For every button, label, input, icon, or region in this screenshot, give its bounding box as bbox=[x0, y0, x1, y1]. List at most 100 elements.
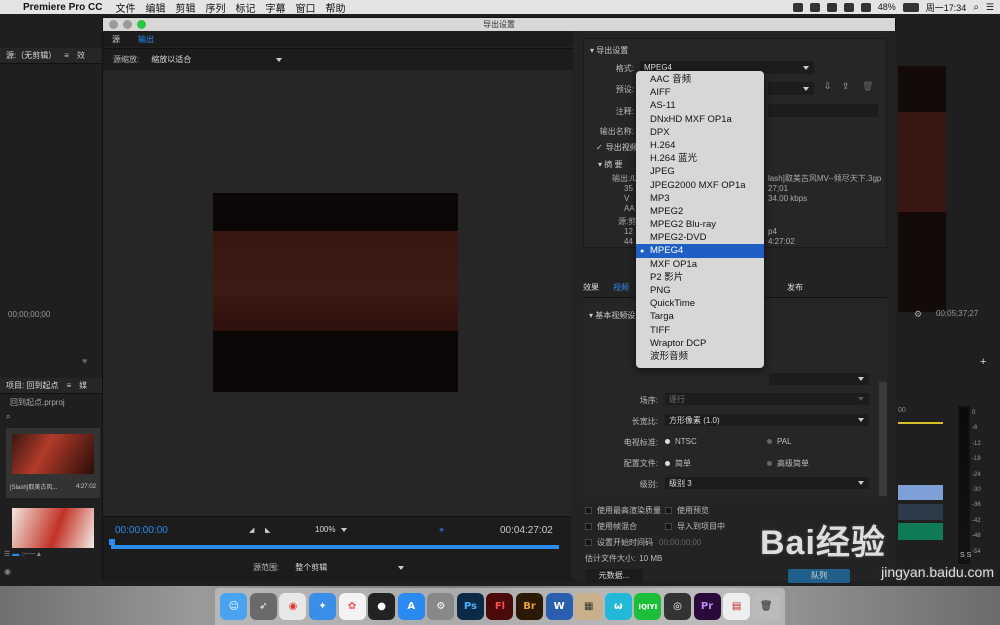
source-tab[interactable]: 源:（无剪辑） bbox=[6, 50, 56, 61]
preview-icon[interactable]: ▤ bbox=[723, 593, 750, 620]
frame-blend-checkbox[interactable]: 使用帧混合 bbox=[585, 521, 637, 532]
media-browser-icon[interactable]: ◉ bbox=[4, 567, 11, 576]
project-tab[interactable]: 项目: 回到起点 bbox=[6, 380, 58, 391]
format-option-mpeg2-bluray[interactable]: MPEG2 Blu-ray bbox=[636, 218, 764, 231]
wechat-icon[interactable] bbox=[827, 3, 837, 12]
tab-source[interactable]: 源 bbox=[103, 34, 129, 45]
format-option-jpeg2000[interactable]: JPEG2000 MXF OP1a bbox=[636, 179, 764, 192]
menu-help[interactable]: 帮助 bbox=[325, 0, 345, 15]
field-order-dropdown[interactable]: 逐行 bbox=[665, 393, 869, 405]
tab-effects[interactable]: 效果 bbox=[583, 282, 599, 293]
trash-icon[interactable]: 🗑 bbox=[753, 593, 780, 620]
format-option-mpeg2[interactable]: MPEG2 bbox=[636, 205, 764, 218]
premiere-icon[interactable]: Pr bbox=[694, 593, 721, 620]
icon-view-icon[interactable]: ▬ bbox=[12, 551, 19, 558]
format-option-as11[interactable]: AS-11 bbox=[636, 99, 764, 112]
frame-rate-dropdown[interactable] bbox=[769, 373, 869, 385]
wifi-icon[interactable] bbox=[861, 3, 871, 12]
menu-sequence[interactable]: 序列 bbox=[205, 0, 225, 15]
marker-icon[interactable]: ♥ bbox=[82, 356, 87, 366]
format-option-h264-bluray[interactable]: H.264 蓝光 bbox=[636, 152, 764, 165]
quicktime-icon[interactable]: ◎ bbox=[664, 593, 691, 620]
system-prefs-icon[interactable]: ⚙ bbox=[427, 593, 454, 620]
zoom-slider[interactable]: ○──▲ bbox=[21, 551, 42, 558]
format-option-quicktime[interactable]: QuickTime bbox=[636, 297, 764, 310]
format-option-waveform[interactable]: 波形音频 bbox=[636, 350, 764, 363]
format-option-dpx[interactable]: DPX bbox=[636, 126, 764, 139]
settings-status-icon[interactable] bbox=[844, 3, 854, 12]
launchpad-icon[interactable]: ➶ bbox=[250, 593, 277, 620]
iqiyi-icon[interactable]: iQIYI bbox=[634, 593, 661, 620]
send-icon[interactable] bbox=[810, 3, 820, 12]
format-option-jpeg[interactable]: JPEG bbox=[636, 165, 764, 178]
bridge-icon[interactable]: Br bbox=[516, 593, 543, 620]
radio-ntsc[interactable]: NTSC bbox=[665, 437, 697, 446]
timeline-clip-video[interactable] bbox=[898, 485, 943, 500]
format-option-mxf[interactable]: MXF OP1a bbox=[636, 258, 764, 271]
menu-clip[interactable]: 剪辑 bbox=[175, 0, 195, 15]
preset-dropdown[interactable] bbox=[768, 82, 814, 95]
clip-thumbnail[interactable]: [Slash]取美古风... 4:27:02 bbox=[6, 428, 100, 498]
basic-video-header[interactable]: ▾ 基本视频设 bbox=[589, 310, 635, 321]
import-preset-icon[interactable]: ⇪ bbox=[842, 81, 850, 92]
flash-icon[interactable]: Fl bbox=[486, 593, 513, 620]
menu-edit[interactable]: 编辑 bbox=[145, 0, 165, 15]
format-option-wraptor[interactable]: Wraptor DCP bbox=[636, 337, 764, 350]
set-in-icon[interactable]: ◢ bbox=[249, 526, 254, 534]
battery-icon[interactable] bbox=[903, 3, 919, 12]
current-timecode[interactable]: 00:00:00:00 bbox=[115, 525, 168, 536]
close-button[interactable] bbox=[109, 20, 118, 29]
list-view-icon[interactable]: ☰ bbox=[4, 551, 10, 558]
list-icon[interactable]: ☰ bbox=[986, 2, 994, 13]
format-option-p2[interactable]: P2 影片 bbox=[636, 271, 764, 284]
qq-icon[interactable]: ● bbox=[368, 593, 395, 620]
max-render-checkbox[interactable]: 使用最高渲染质量 bbox=[585, 505, 661, 516]
chrome-icon[interactable]: ◉ bbox=[279, 593, 306, 620]
settings-scrollbar[interactable] bbox=[879, 382, 887, 496]
aspect-dropdown[interactable]: 方形像素 (1.0) bbox=[665, 414, 869, 426]
project-search-icon[interactable]: ⌕ bbox=[6, 412, 10, 422]
menu-marker[interactable]: 标记 bbox=[235, 0, 255, 15]
clip-thumbnail-2[interactable] bbox=[12, 508, 94, 548]
app-menu[interactable]: Premiere Pro CC bbox=[23, 2, 102, 13]
source-range-dropdown[interactable]: 整个剪辑 bbox=[291, 561, 409, 574]
export-settings-header[interactable]: ▾ 导出设置 bbox=[590, 45, 628, 56]
aspect-correction-icon[interactable]: ⌖ bbox=[439, 525, 444, 536]
clock[interactable]: 周一17:34 bbox=[926, 1, 967, 14]
project-menu-icon[interactable]: ≡ bbox=[66, 381, 71, 390]
wrench-icon[interactable]: ⚙ bbox=[914, 309, 922, 320]
effects-tab[interactable]: 效 bbox=[77, 50, 85, 61]
menu-window[interactable]: 窗口 bbox=[295, 0, 315, 15]
wps-icon[interactable]: ω bbox=[605, 593, 632, 620]
format-option-dnxhd[interactable]: DNxHD MXF OP1a bbox=[636, 113, 764, 126]
photos-icon[interactable]: ✿ bbox=[339, 593, 366, 620]
radio-pal[interactable]: PAL bbox=[767, 437, 792, 446]
comment-input[interactable] bbox=[768, 104, 878, 117]
radio-advanced-simple[interactable]: 高级简单 bbox=[767, 458, 809, 469]
archive-icon[interactable]: ▦ bbox=[575, 593, 602, 620]
tab-video[interactable]: 视频 bbox=[613, 282, 629, 293]
zoom-button[interactable] bbox=[137, 20, 146, 29]
zoom-dropdown[interactable]: 100% bbox=[315, 525, 347, 534]
format-option-aiff[interactable]: AIFF bbox=[636, 86, 764, 99]
level-dropdown[interactable]: 级别 3 bbox=[665, 477, 869, 489]
minimize-button[interactable] bbox=[123, 20, 132, 29]
menu-title[interactable]: 字幕 bbox=[265, 0, 285, 15]
metadata-button[interactable]: 元数据... bbox=[585, 569, 643, 583]
save-preset-icon[interactable]: ⇩ bbox=[824, 81, 832, 92]
tab-output[interactable]: 输出 bbox=[129, 34, 163, 45]
search-icon[interactable]: ⌕ bbox=[973, 2, 979, 13]
format-option-mpeg4[interactable]: ●MPEG4 bbox=[636, 244, 764, 257]
word-icon[interactable]: W bbox=[546, 593, 573, 620]
tab-publish[interactable]: 发布 bbox=[787, 282, 803, 293]
safari-icon[interactable]: ✦ bbox=[309, 593, 336, 620]
format-option-png[interactable]: PNG bbox=[636, 284, 764, 297]
format-option-tiff[interactable]: TIFF bbox=[636, 324, 764, 337]
format-option-mp3[interactable]: MP3 bbox=[636, 192, 764, 205]
finder-icon[interactable]: ☺ bbox=[220, 593, 247, 620]
panel-menu-icon[interactable]: ≡ bbox=[64, 51, 69, 60]
media-tab[interactable]: 媒 bbox=[79, 380, 87, 391]
scrub-bar[interactable] bbox=[111, 545, 559, 549]
use-preview-checkbox[interactable]: 使用预览 bbox=[665, 505, 709, 516]
qq-status-icon[interactable] bbox=[793, 3, 803, 12]
